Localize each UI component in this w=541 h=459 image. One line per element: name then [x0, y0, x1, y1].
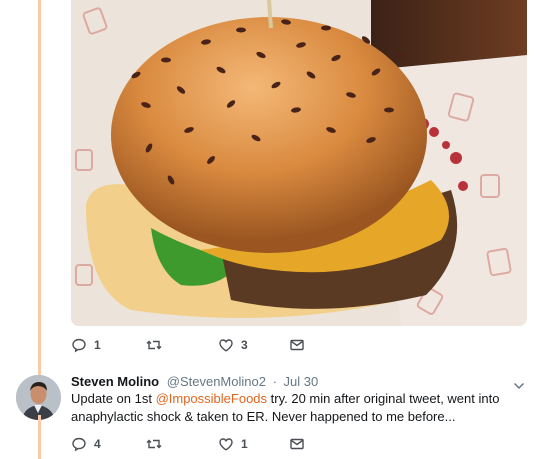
tweet-date[interactable]: Jul 30 [284, 374, 319, 389]
message-icon [290, 339, 304, 351]
author-name[interactable]: Steven Molino [71, 374, 159, 389]
like-count: 3 [241, 338, 248, 352]
tweet-text-part: Update on 1st [71, 391, 156, 406]
retweet-icon [146, 340, 162, 350]
retweet-button[interactable] [145, 436, 170, 452]
reply-icon [72, 338, 86, 353]
retweet-icon [146, 439, 162, 449]
reply-count: 4 [94, 437, 101, 451]
reply-button[interactable]: 4 [71, 436, 101, 452]
retweet-button[interactable] [145, 337, 170, 353]
message-icon [290, 438, 304, 450]
avatar[interactable] [16, 375, 61, 420]
message-button[interactable] [289, 436, 305, 452]
burger-photo[interactable] [71, 0, 527, 326]
separator: · [272, 374, 277, 389]
message-button[interactable] [289, 337, 305, 353]
reply-count: 1 [94, 338, 101, 352]
thread-line-lower [38, 415, 41, 459]
like-icon [219, 438, 233, 451]
tweet-header: Steven Molino @StevenMolino2 · Jul 30 [71, 374, 318, 389]
like-button[interactable]: 1 [218, 436, 248, 452]
reply-icon [72, 437, 86, 452]
like-count: 1 [241, 437, 248, 451]
mention-link[interactable]: @ImpossibleFoods [156, 391, 267, 406]
author-handle[interactable]: @StevenMolino2 [167, 374, 266, 389]
like-icon [219, 339, 233, 352]
like-button[interactable]: 3 [218, 337, 248, 353]
tweet-text: Update on 1st @ImpossibleFoods try. 20 m… [71, 390, 521, 426]
reply-button[interactable]: 1 [71, 337, 101, 353]
